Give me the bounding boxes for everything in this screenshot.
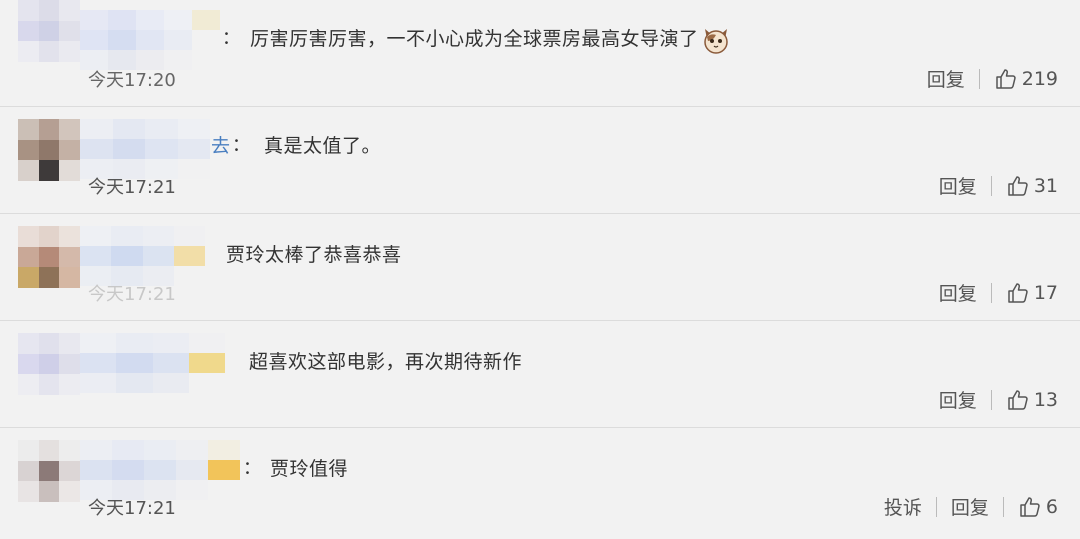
comment-time: 今天17:21 (88, 498, 176, 519)
username-separator: ： (222, 28, 240, 49)
username-blurred[interactable] (80, 333, 225, 393)
avatar[interactable] (18, 119, 80, 181)
comment-time: 今天17:20 (88, 70, 176, 91)
comment-text: 超喜欢这部电影，再次期待新作 (249, 351, 523, 373)
thumbs-up-icon (1020, 496, 1040, 517)
reply-button[interactable]: 回复 (927, 65, 965, 92)
username-blurred[interactable] (80, 226, 205, 286)
comment-text: 贾玲值得 (270, 458, 349, 480)
cat-face-emoji (703, 28, 728, 54)
divider (990, 175, 992, 196)
comment-text: 贾玲太棒了恭喜恭喜 (226, 244, 402, 266)
thumbs-up-icon (1008, 389, 1028, 410)
reply-button[interactable]: 回复 (939, 172, 977, 199)
like-button[interactable]: 219 (994, 67, 1058, 91)
reply-button[interactable]: 回复 (951, 493, 989, 520)
avatar[interactable] (18, 333, 80, 395)
comment-actions: 回复 31 (939, 172, 1058, 199)
like-count: 6 (1045, 495, 1058, 518)
comment-item: 超喜欢这部电影，再次期待新作 回复 13 (0, 321, 1080, 428)
comment-item: ： 厉害厉害厉害，一不小心成为全球票房最高女导演了 今天17:20 回复 219 (0, 0, 1080, 107)
avatar[interactable] (18, 440, 80, 502)
username-blurred[interactable] (80, 119, 210, 179)
username-separator: ： (232, 135, 250, 156)
comment-time: 今天17:21 (88, 177, 176, 198)
username-tail[interactable]: 去 (211, 131, 230, 158)
like-button[interactable]: 31 (1006, 174, 1058, 198)
comment-actions: 投诉 回复 6 (884, 493, 1058, 520)
divider (990, 282, 992, 303)
comment-actions: 回复 13 (939, 386, 1058, 413)
thumbs-up-icon (1008, 175, 1028, 196)
username-blurred[interactable] (80, 10, 220, 70)
comment-actions: 回复 17 (939, 279, 1058, 306)
reply-button[interactable]: 回复 (939, 386, 977, 413)
divider (935, 496, 937, 517)
comment-item: ： 贾玲值得 今天17:21 投诉 回复 6 (0, 428, 1080, 535)
like-button[interactable]: 17 (1006, 281, 1058, 305)
like-button[interactable]: 6 (1018, 495, 1058, 519)
like-count: 219 (1021, 67, 1058, 90)
comment-actions: 回复 219 (927, 65, 1058, 92)
comment-time: 今天17:21 (88, 284, 176, 305)
comment-text: 厉害厉害厉害，一不小心成为全球票房最高女导演了 (250, 24, 731, 55)
like-count: 17 (1033, 281, 1058, 304)
avatar[interactable] (18, 0, 80, 62)
username-separator: ： (243, 458, 261, 479)
report-button[interactable]: 投诉 (884, 493, 922, 520)
reply-button[interactable]: 回复 (939, 279, 977, 306)
thumbs-up-icon (1008, 282, 1028, 303)
comment-item: 贾玲太棒了恭喜恭喜 今天17:21 回复 17 (0, 214, 1080, 321)
like-button[interactable]: 13 (1006, 388, 1058, 412)
like-count: 13 (1033, 388, 1058, 411)
divider (990, 389, 992, 410)
divider (1002, 496, 1004, 517)
avatar[interactable] (18, 226, 80, 288)
thumbs-up-icon (995, 68, 1016, 89)
divider (978, 68, 980, 89)
comment-text: 真是太值了。 (264, 135, 382, 157)
like-count: 31 (1033, 174, 1058, 197)
comment-item: 去 ： 真是太值了。 今天17:21 回复 31 (0, 107, 1080, 214)
username-blurred[interactable] (80, 440, 240, 500)
